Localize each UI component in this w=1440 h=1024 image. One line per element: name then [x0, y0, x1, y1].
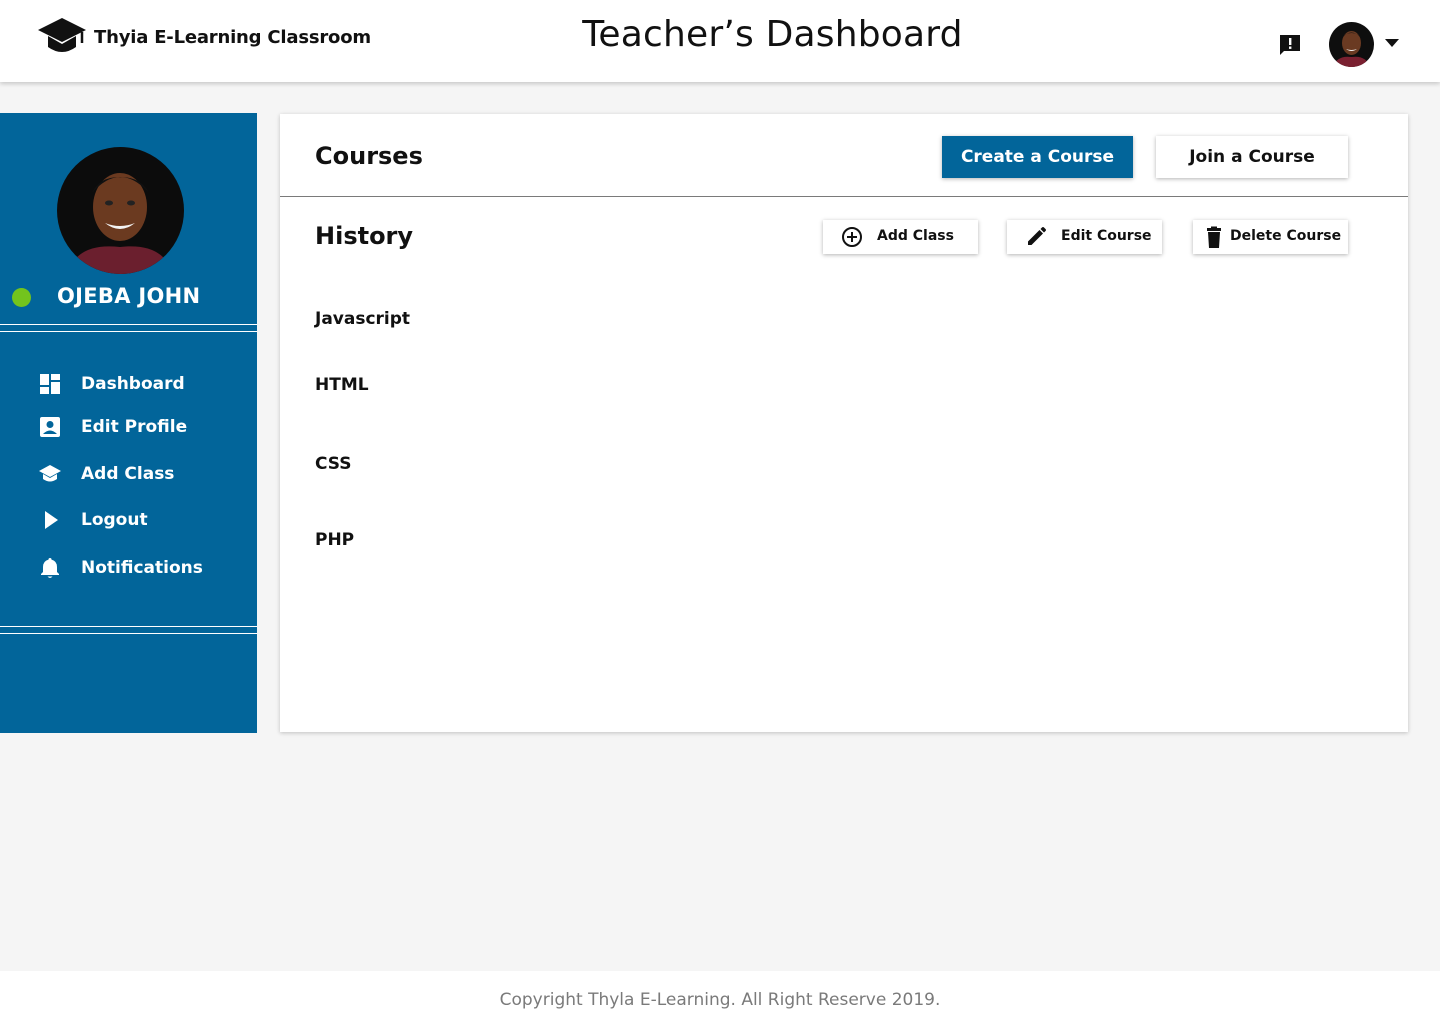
caret-down-icon[interactable] — [1384, 38, 1400, 48]
add-circle-icon — [842, 227, 862, 247]
copyright-text: Copyright Thyla E-Learning. All Right Re… — [499, 990, 941, 1010]
brand-name: Thyia E-Learning Classroom — [94, 26, 371, 48]
dashboard-icon — [40, 374, 60, 394]
sidebar: OJEBA JOHN Dashboard Edit Profile Add Cl… — [0, 113, 257, 733]
sidebar-item-dashboard[interactable]: Dashboard — [38, 371, 238, 397]
courses-panel: Courses Create a Course Join a Course Hi… — [280, 114, 1408, 732]
add-class-button[interactable]: Add Class — [823, 220, 978, 254]
graduation-cap-icon — [38, 18, 86, 52]
add-class-label: Add Class — [877, 228, 954, 244]
pencil-icon — [1028, 227, 1046, 245]
join-course-button[interactable]: Join a Course — [1156, 136, 1348, 178]
profile-card-icon — [40, 417, 60, 437]
graduation-cap-icon — [39, 465, 61, 482]
top-header: Thyia E-Learning Classroom Teacher’s Das… — [0, 0, 1440, 82]
course-item-css[interactable]: CSS — [315, 454, 352, 474]
brand[interactable]: Thyia E-Learning Classroom — [36, 16, 371, 58]
sidebar-divider — [0, 324, 257, 325]
feedback-icon[interactable] — [1279, 34, 1301, 56]
header-avatar[interactable] — [1329, 22, 1374, 67]
courses-heading: Courses — [315, 142, 423, 170]
sidebar-divider — [0, 331, 257, 332]
course-item-php[interactable]: PHP — [315, 530, 354, 550]
sidebar-item-label: Notifications — [81, 558, 203, 578]
create-course-button[interactable]: Create a Course — [942, 136, 1133, 178]
trash-icon — [1207, 226, 1221, 248]
course-item-html[interactable]: HTML — [315, 375, 369, 395]
avatar-photo — [1329, 22, 1374, 67]
sidebar-item-label: Logout — [81, 510, 148, 530]
sidebar-item-edit-profile[interactable]: Edit Profile — [38, 414, 238, 440]
page-title: Teacher’s Dashboard — [582, 14, 963, 55]
sidebar-item-label: Edit Profile — [81, 417, 188, 437]
sidebar-item-label: Add Class — [81, 464, 175, 484]
edit-course-button[interactable]: Edit Course — [1007, 220, 1162, 254]
sidebar-item-label: Dashboard — [81, 374, 185, 394]
online-status-dot — [12, 288, 31, 307]
delete-course-label: Delete Course — [1230, 228, 1342, 244]
play-arrow-icon — [45, 511, 58, 529]
edit-course-label: Edit Course — [1061, 228, 1152, 244]
profile-name: OJEBA JOHN — [57, 284, 201, 308]
history-heading: History — [315, 222, 414, 250]
footer: Copyright Thyla E-Learning. All Right Re… — [0, 971, 1440, 1024]
sidebar-divider — [0, 626, 257, 627]
profile-photo — [57, 147, 184, 274]
sidebar-item-logout[interactable]: Logout — [38, 507, 238, 533]
panel-divider — [280, 196, 1408, 197]
sidebar-divider — [0, 633, 257, 634]
sidebar-item-add-class[interactable]: Add Class — [38, 461, 238, 487]
course-item-javascript[interactable]: Javascript — [315, 309, 410, 329]
bell-icon — [41, 558, 59, 578]
sidebar-item-notifications[interactable]: Notifications — [38, 555, 238, 581]
delete-course-button[interactable]: Delete Course — [1193, 220, 1348, 254]
